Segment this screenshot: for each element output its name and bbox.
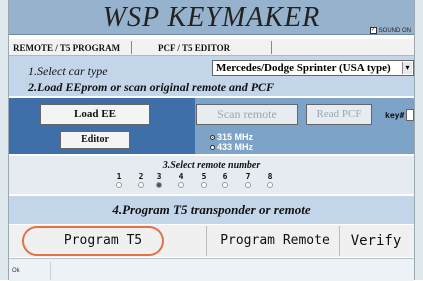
freq-option-433[interactable]: 433 MHz — [210, 142, 253, 152]
highlight-ring — [22, 226, 164, 256]
left-window-edge — [0, 0, 9, 280]
key-label: key# — [385, 111, 405, 120]
chevron-down-icon[interactable]: ▾ — [402, 62, 412, 74]
sound-checkbox[interactable]: ✓ — [369, 27, 377, 34]
step4-label: 4.Program T5 transponder or remote — [112, 202, 311, 217]
remote-number-radio[interactable] — [178, 182, 184, 188]
radio-315-icon[interactable] — [210, 134, 215, 140]
remote-number-radio[interactable] — [267, 182, 273, 188]
status-bar — [9, 258, 414, 281]
remote-number-radio[interactable] — [138, 182, 144, 188]
remote-number-radio[interactable] — [156, 182, 162, 188]
step2-label: 2.Load EEprom or scan original remote an… — [28, 80, 275, 94]
read-pcf-button[interactable]: Read PCF — [306, 104, 372, 125]
car-type-value: Mercedes/Dodge Sprinter (USA type) — [216, 62, 391, 74]
remote-number-label: 5 — [201, 172, 207, 181]
load-ee-button[interactable]: Load EE — [40, 104, 150, 125]
status-divider — [50, 262, 51, 280]
right-window-edge — [414, 0, 423, 280]
remote-number-label: 1 — [116, 172, 122, 181]
key-input[interactable] — [406, 109, 414, 121]
car-type-select[interactable]: Mercedes/Dodge Sprinter (USA type) ▾ — [212, 60, 414, 76]
title-banner: WSP KEYMAKER ✓ SOUND ON — [9, 0, 414, 35]
remote-number-radio[interactable] — [245, 182, 251, 188]
remote-number-label: 8 — [267, 172, 273, 181]
verify-button[interactable]: Verify — [340, 230, 412, 252]
tab-pcf-t5-editor[interactable]: PCF / T5 EDITOR — [154, 41, 272, 54]
divider — [206, 226, 207, 256]
scan-remote-button[interactable]: Scan remote — [196, 104, 298, 125]
sound-toggle[interactable]: ✓ SOUND ON — [369, 27, 411, 34]
remote-number-radio[interactable] — [116, 182, 122, 188]
status-text: Ok — [12, 268, 20, 274]
tab-bar: REMOTE / T5 PROGRAM PCF / T5 EDITOR — [9, 39, 414, 56]
app-title: WSP KEYMAKER — [102, 2, 321, 33]
remote-number-label: 7 — [245, 172, 251, 181]
remote-number-label: 4 — [178, 172, 184, 181]
freq-option-315[interactable]: 315 MHz — [210, 132, 253, 142]
remote-number-label: 3 — [156, 172, 162, 181]
radio-433-icon[interactable] — [210, 144, 215, 150]
freq-315-label: 315 MHz — [217, 132, 254, 142]
remote-number-radio[interactable] — [222, 182, 228, 188]
freq-433-label: 433 MHz — [217, 142, 254, 152]
sound-label: SOUND ON — [378, 27, 411, 34]
app-window: WSP KEYMAKER ✓ SOUND ON REMOTE / T5 PROG… — [0, 0, 423, 281]
remote-number-label: 2 — [138, 172, 144, 181]
program-remote-button[interactable]: Program Remote — [212, 230, 338, 252]
step3-label: 3.Select remote number — [162, 160, 261, 171]
remote-number-radio[interactable] — [201, 182, 207, 188]
editor-button[interactable]: Editor — [60, 131, 130, 149]
tab-remote-t5-program[interactable]: REMOTE / T5 PROGRAM — [9, 41, 132, 54]
step1-label: 1.Select car type — [28, 64, 108, 78]
remote-number-label: 6 — [222, 172, 228, 181]
